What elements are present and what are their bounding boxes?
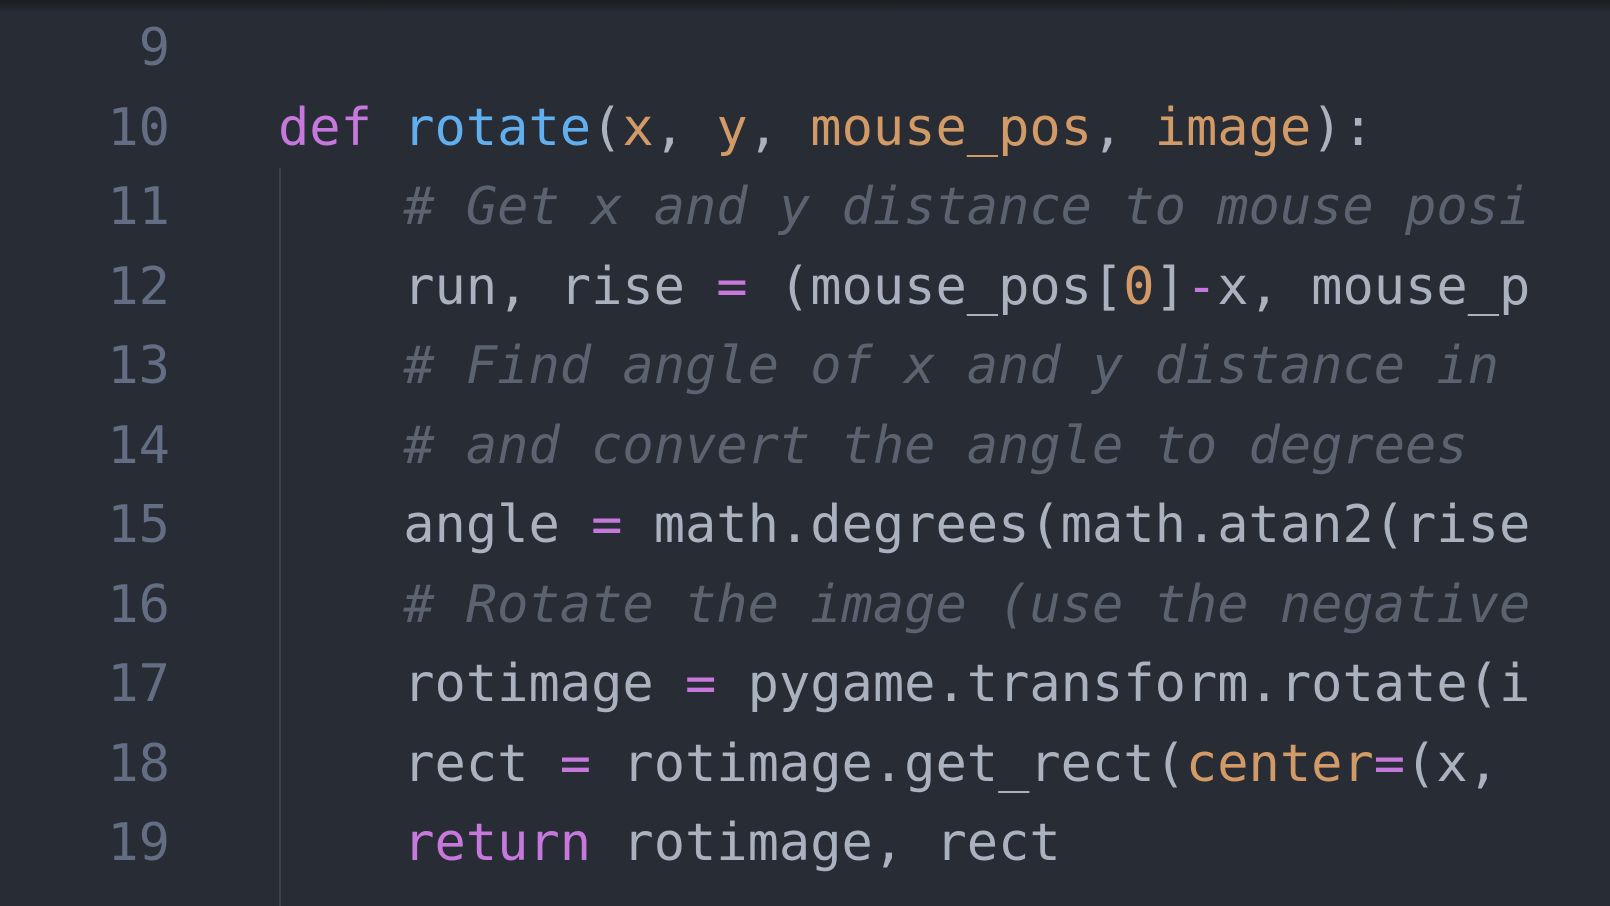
line-number: 17 bbox=[107, 654, 170, 714]
code-text: return rotimage, rect bbox=[278, 803, 1061, 883]
code-text: run, rise = (mouse_pos[0]-x, mouse_p bbox=[278, 247, 1530, 327]
code-token: # and convert the angle to degrees bbox=[403, 415, 1468, 476]
line-number: 12 bbox=[107, 256, 170, 317]
line-number: 13 bbox=[107, 336, 170, 396]
code-line[interactable]: 15 angle = math.degrees(math.atan2(rise bbox=[0, 485, 1610, 565]
code-token: = bbox=[559, 733, 592, 794]
code-token: = bbox=[1373, 733, 1406, 794]
code-token: y bbox=[716, 97, 748, 158]
code-text: # and convert the angle to degrees bbox=[278, 406, 1468, 486]
code-line[interactable]: 18 rect = rotimage.get_rect(center=(x, bbox=[0, 724, 1610, 804]
code-token: angle bbox=[278, 495, 592, 555]
code-token: (x, bbox=[1405, 733, 1531, 794]
code-text: angle = math.degrees(math.atan2(rise bbox=[278, 485, 1530, 565]
code-line[interactable]: 13 # Find angle of x and y distance in bbox=[0, 326, 1610, 406]
line-number: 19 bbox=[107, 813, 170, 873]
code-token: = bbox=[685, 654, 717, 714]
code-line[interactable]: 16 # Rotate the image (use the negative bbox=[0, 565, 1610, 645]
code-line[interactable]: 14 # and convert the angle to degrees bbox=[0, 406, 1610, 486]
code-text: # Get x and y distance to mouse posi bbox=[278, 167, 1530, 247]
code-token: x bbox=[622, 97, 654, 158]
code-text: def rotate(x, y, mouse_pos, image): bbox=[278, 88, 1374, 168]
code-token: def bbox=[278, 97, 372, 158]
code-token: center bbox=[1185, 733, 1374, 794]
code-text: # Find angle of x and y distance in bbox=[278, 326, 1499, 406]
line-number: 9 bbox=[138, 18, 170, 78]
code-token: math.degrees(math.atan2(rise bbox=[622, 495, 1531, 555]
code-token: pygame.transform.rotate(i bbox=[716, 654, 1531, 714]
code-line[interactable]: 12 run, rise = (mouse_pos[0]-x, mouse_p bbox=[0, 247, 1610, 327]
code-token: run, rise bbox=[278, 256, 717, 317]
code-text: # Rotate the image (use the negative bbox=[278, 565, 1530, 645]
line-number: 16 bbox=[107, 574, 170, 635]
code-text: rotimage = pygame.transform.rotate(i bbox=[278, 644, 1530, 724]
code-editor[interactable]: 9 10 def rotate(x, y, mouse_pos, image): 11… bbox=[0, 0, 1610, 906]
code-token: - bbox=[1185, 256, 1218, 317]
code-token: , bbox=[1092, 97, 1155, 158]
code-line[interactable]: 17 rotimage = pygame.transform.rotate(i bbox=[0, 644, 1610, 724]
code-token: rotimage bbox=[278, 654, 685, 714]
code-token: ): bbox=[1311, 97, 1374, 158]
code-token: # Rotate the image (use the negative bbox=[403, 574, 1531, 635]
code-token: , bbox=[653, 97, 717, 158]
code-text: rect = rotimage.get_rect(center=(x, bbox=[278, 724, 1530, 804]
code-token: x, mouse_p bbox=[1217, 256, 1531, 317]
code-token: , bbox=[747, 97, 811, 158]
code-token: 0 bbox=[1123, 256, 1155, 317]
code-token: = bbox=[591, 495, 623, 555]
line-number: 10 bbox=[107, 97, 170, 158]
code-token: ] bbox=[1154, 256, 1186, 317]
code-token: (mouse_pos[ bbox=[747, 256, 1124, 317]
code-token: # Find angle of x and y distance in bbox=[403, 336, 1499, 396]
code-token: rotimage.get_rect( bbox=[591, 733, 1186, 794]
code-token: mouse_pos bbox=[810, 97, 1093, 158]
code-line[interactable]: 9 bbox=[0, 8, 1610, 88]
code-token: image bbox=[1154, 97, 1312, 158]
code-token: rotimage, rect bbox=[591, 813, 1061, 873]
code-token: ( bbox=[591, 97, 623, 158]
code-token: = bbox=[716, 256, 748, 317]
code-line[interactable]: 10 def rotate(x, y, mouse_pos, image): bbox=[0, 88, 1610, 168]
line-number: 15 bbox=[107, 495, 170, 555]
code-line[interactable]: 19 return rotimage, rect bbox=[0, 803, 1610, 883]
code-token: rotate bbox=[403, 97, 592, 158]
line-number: 18 bbox=[107, 733, 170, 794]
code-line[interactable]: 11 # Get x and y distance to mouse posi bbox=[0, 167, 1610, 247]
code-token: rect bbox=[278, 733, 560, 794]
line-number: 14 bbox=[107, 415, 170, 476]
line-number: 11 bbox=[107, 177, 170, 237]
code-token: return bbox=[403, 813, 592, 873]
code-token: # Get x and y distance to mouse posi bbox=[403, 177, 1531, 237]
